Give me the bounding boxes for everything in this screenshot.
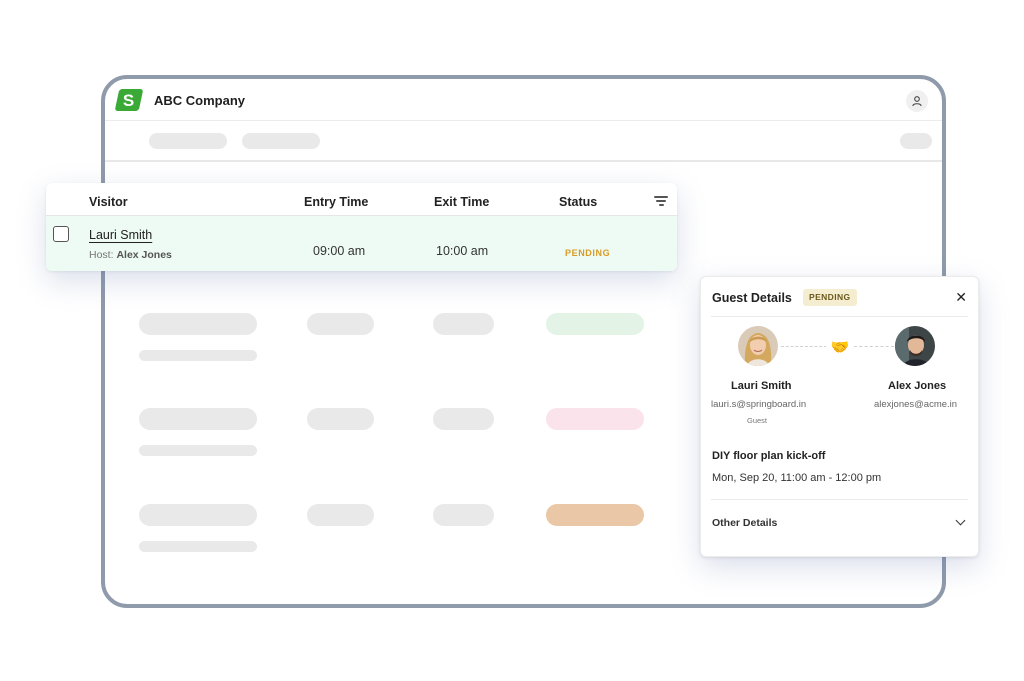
skeleton-bar bbox=[139, 350, 257, 361]
guest-details-panel: Guest Details PENDING ✕ 🤝 Lauri Smith la… bbox=[700, 276, 979, 557]
user-icon[interactable] bbox=[906, 90, 928, 112]
company-name: ABC Company bbox=[154, 93, 246, 108]
skeleton-bar bbox=[307, 408, 374, 430]
guest-avatar bbox=[738, 326, 778, 366]
guest-email: lauri.s@springboard.in bbox=[711, 399, 807, 410]
person-icon bbox=[912, 96, 922, 107]
toolbar-placeholder-pill bbox=[242, 133, 320, 149]
filter-icon[interactable] bbox=[654, 196, 668, 206]
visitor-name-link[interactable]: Lauri Smith bbox=[89, 228, 152, 242]
skeleton-bar bbox=[307, 504, 374, 526]
toolbar-placeholder-pill bbox=[149, 133, 227, 149]
panel-title: Guest Details bbox=[712, 291, 792, 305]
host-avatar bbox=[895, 326, 935, 366]
toolbar-placeholder bbox=[105, 121, 942, 162]
skeleton-bar bbox=[139, 541, 257, 552]
column-header-visitor[interactable]: Visitor bbox=[89, 195, 128, 209]
toolbar-placeholder-pill bbox=[900, 133, 932, 149]
table-row[interactable]: Lauri Smith Host: Alex Jones 09:00 am 10… bbox=[46, 216, 677, 271]
skeleton-bar bbox=[139, 504, 257, 526]
skeleton-bar bbox=[139, 445, 257, 456]
company-logo: S bbox=[114, 89, 144, 111]
host-name: Alex Jones bbox=[116, 249, 172, 261]
table-header: Visitor Entry Time Exit Time Status bbox=[46, 183, 677, 216]
skeleton-bar bbox=[307, 313, 374, 335]
visitor-table: Visitor Entry Time Exit Time Status Laur… bbox=[46, 183, 677, 271]
skeleton-status bbox=[546, 504, 644, 526]
column-header-entry-time[interactable]: Entry Time bbox=[304, 195, 368, 209]
entry-time: 09:00 am bbox=[313, 244, 366, 258]
meeting-title: DIY floor plan kick-off bbox=[712, 450, 826, 462]
row-checkbox[interactable] bbox=[53, 226, 69, 242]
skeleton-status bbox=[546, 408, 644, 430]
skeleton-status bbox=[546, 313, 644, 335]
host-info: Host: Alex Jones bbox=[89, 249, 172, 261]
skeleton-bar bbox=[433, 504, 494, 526]
connector-line bbox=[781, 346, 827, 347]
skeleton-bar bbox=[433, 408, 494, 430]
chevron-down-icon[interactable] bbox=[955, 515, 966, 526]
status-badge: PENDING bbox=[565, 248, 611, 258]
host-email: alexjones@acme.in bbox=[874, 399, 958, 410]
skeleton-bar bbox=[139, 313, 257, 335]
guest-role: Guest bbox=[747, 416, 768, 425]
meeting-time: Mon, Sep 20, 11:00 am - 12:00 pm bbox=[712, 472, 882, 484]
divider bbox=[711, 316, 968, 317]
connector-line bbox=[854, 346, 894, 347]
divider bbox=[711, 499, 968, 500]
skeleton-bar bbox=[433, 313, 494, 335]
top-bar: S ABC Company bbox=[105, 79, 942, 121]
exit-time: 10:00 am bbox=[436, 244, 489, 258]
guest-name: Lauri Smith bbox=[731, 380, 792, 392]
host-label: Host: bbox=[89, 249, 114, 261]
host-name: Alex Jones bbox=[888, 380, 947, 392]
close-icon[interactable]: ✕ bbox=[955, 290, 967, 304]
other-details-toggle[interactable]: Other Details bbox=[712, 517, 777, 529]
skeleton-bar bbox=[139, 408, 257, 430]
handshake-icon: 🤝 bbox=[826, 335, 854, 359]
status-badge: PENDING bbox=[803, 289, 857, 306]
column-header-exit-time[interactable]: Exit Time bbox=[434, 195, 489, 209]
column-header-status[interactable]: Status bbox=[559, 195, 597, 209]
